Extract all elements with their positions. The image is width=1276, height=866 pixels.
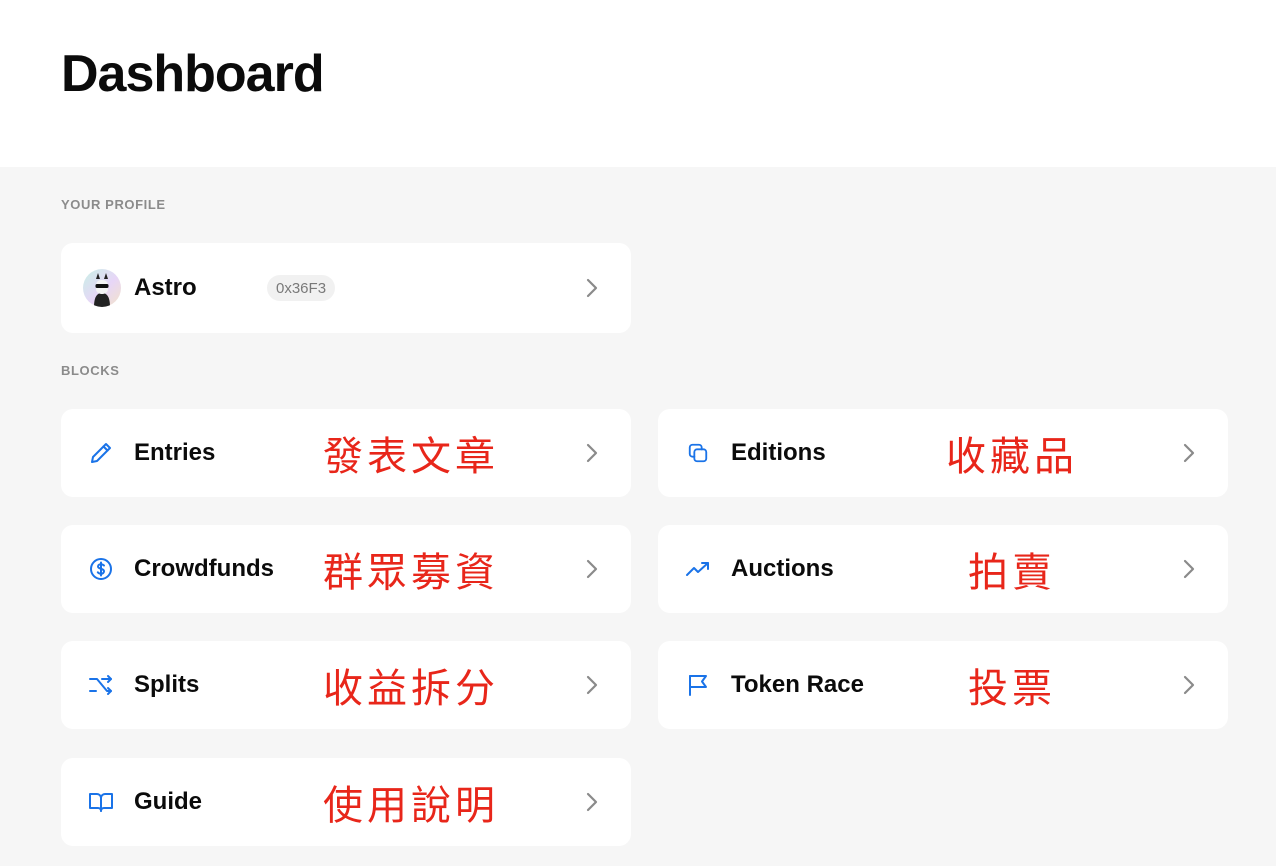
annotation-text: 收藏品 (946, 434, 1078, 480)
wallet-address-badge: 0x36F3 (267, 275, 336, 301)
annotation-text: 使用說明 (323, 783, 499, 829)
annotation-text: 群眾募資 (323, 550, 499, 596)
block-label: Crowdfunds (134, 555, 274, 582)
avatar (83, 269, 121, 307)
block-card-auctions[interactable]: Auctions 拍賣 (658, 525, 1228, 613)
chevron-right-icon (583, 278, 601, 298)
section-label-profile: YOUR PROFILE (61, 197, 166, 212)
pencil-icon (88, 440, 114, 466)
block-label: Entries (134, 439, 216, 466)
page-title: Dashboard (61, 45, 325, 103)
block-card-guide[interactable]: Guide 使用說明 (61, 758, 631, 846)
annotation-text: 收益拆分 (323, 666, 499, 712)
copy-icon (685, 440, 711, 466)
block-card-editions[interactable]: Editions 收藏品 (658, 409, 1228, 497)
dollar-circle-icon (88, 556, 114, 582)
page-header: Dashboard (0, 0, 1276, 167)
block-card-splits[interactable]: Splits 收益拆分 (61, 641, 631, 729)
flag-icon (685, 672, 711, 698)
chevron-right-icon (583, 792, 601, 812)
trending-up-icon (685, 556, 711, 582)
block-card-crowdfunds[interactable]: Crowdfunds 群眾募資 (61, 525, 631, 613)
profile-card[interactable]: Astro 0x36F3 (61, 243, 631, 333)
annotation-text: 拍賣 (968, 550, 1056, 596)
block-card-entries[interactable]: Entries 發表文章 (61, 409, 631, 497)
block-label: Auctions (731, 555, 834, 582)
annotation-text: 投票 (968, 666, 1056, 712)
chevron-right-icon (583, 559, 601, 579)
section-label-blocks: BLOCKS (61, 363, 120, 378)
profile-name: Astro (134, 274, 197, 301)
chevron-right-icon (583, 675, 601, 695)
chevron-right-icon (1180, 559, 1198, 579)
chevron-right-icon (1180, 675, 1198, 695)
block-label: Guide (134, 788, 203, 815)
chevron-right-icon (1180, 443, 1198, 463)
block-card-token-race[interactable]: Token Race 投票 (658, 641, 1228, 729)
block-label: Token Race (731, 671, 864, 698)
block-label: Editions (731, 439, 826, 466)
book-open-icon (88, 789, 114, 815)
block-label: Splits (134, 671, 200, 698)
annotation-text: 發表文章 (323, 434, 499, 480)
chevron-right-icon (583, 443, 601, 463)
shuffle-icon (88, 672, 114, 698)
